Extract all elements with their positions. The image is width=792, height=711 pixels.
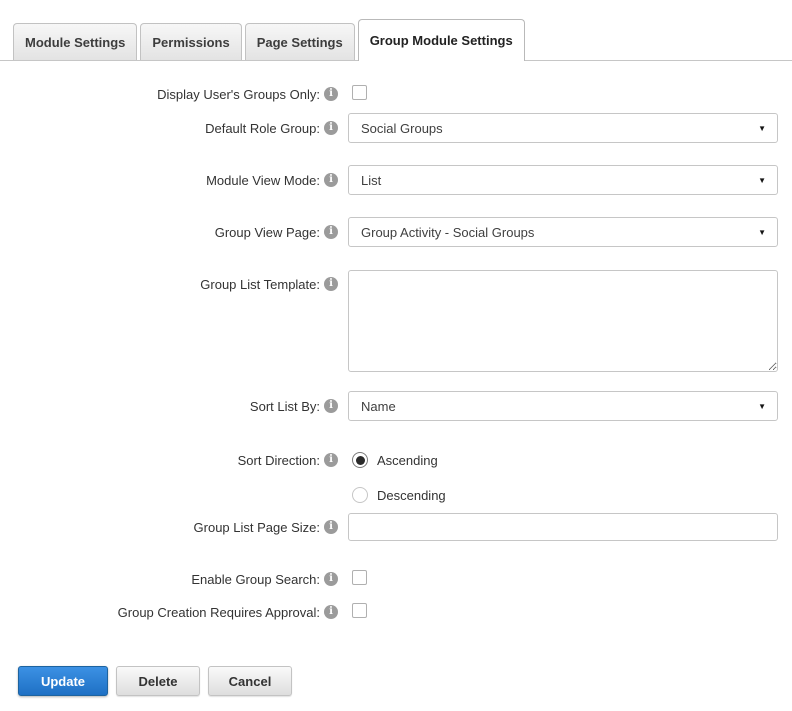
group-view-page-label: Group View Page: xyxy=(215,225,320,240)
form-row: Group List Template: i xyxy=(0,270,792,375)
module-view-mode-select[interactable]: List ▼ xyxy=(348,165,778,195)
form-row: Display User's Groups Only: i xyxy=(0,85,792,103)
group-list-template-label: Group List Template: xyxy=(200,277,320,292)
form-row: Sort Direction: i Ascending Descending xyxy=(0,452,792,503)
group-creation-requires-approval-checkbox[interactable] xyxy=(352,603,367,618)
tab-page-settings[interactable]: Page Settings xyxy=(245,23,355,60)
group-list-page-size-label: Group List Page Size: xyxy=(194,520,320,535)
info-icon[interactable]: i xyxy=(324,520,338,534)
group-creation-requires-approval-label: Group Creation Requires Approval: xyxy=(118,605,320,620)
sort-descending-radio[interactable] xyxy=(352,487,368,503)
info-icon[interactable]: i xyxy=(324,225,338,239)
enable-group-search-label: Enable Group Search: xyxy=(191,572,320,587)
sort-list-by-label: Sort List By: xyxy=(250,399,320,414)
group-module-settings-panel: Display User's Groups Only: i Default Ro… xyxy=(0,61,792,696)
display-users-groups-only-label: Display User's Groups Only: xyxy=(157,87,320,102)
group-view-page-select[interactable]: Group Activity - Social Groups ▼ xyxy=(348,217,778,247)
info-icon[interactable]: i xyxy=(324,87,338,101)
delete-button[interactable]: Delete xyxy=(116,666,200,696)
info-icon[interactable]: i xyxy=(324,572,338,586)
action-buttons: Update Delete Cancel xyxy=(18,666,792,696)
form-row: Default Role Group: i Social Groups ▼ xyxy=(0,113,792,143)
form-row: Module View Mode: i List ▼ xyxy=(0,165,792,195)
sort-descending-option[interactable]: Descending xyxy=(352,487,446,503)
sort-direction-radio-group: Ascending Descending xyxy=(352,452,446,503)
group-list-template-textarea[interactable] xyxy=(348,270,778,372)
sort-direction-label: Sort Direction: xyxy=(238,453,320,468)
sort-ascending-option[interactable]: Ascending xyxy=(352,452,446,468)
group-list-page-size-input[interactable] xyxy=(348,513,778,541)
form-row: Group List Page Size: i xyxy=(0,513,792,541)
chevron-down-icon: ▼ xyxy=(758,124,766,133)
info-icon[interactable]: i xyxy=(324,399,338,413)
info-icon[interactable]: i xyxy=(324,121,338,135)
update-button[interactable]: Update xyxy=(18,666,108,696)
default-role-group-label: Default Role Group: xyxy=(205,121,320,136)
default-role-group-select[interactable]: Social Groups ▼ xyxy=(348,113,778,143)
select-value: List xyxy=(361,173,381,188)
form-row: Enable Group Search: i xyxy=(0,570,792,588)
info-icon[interactable]: i xyxy=(324,277,338,291)
cancel-button[interactable]: Cancel xyxy=(208,666,292,696)
info-icon[interactable]: i xyxy=(324,173,338,187)
info-icon[interactable]: i xyxy=(324,453,338,467)
chevron-down-icon: ▼ xyxy=(758,402,766,411)
form-row: Group View Page: i Group Activity - Soci… xyxy=(0,217,792,247)
sort-ascending-radio[interactable] xyxy=(352,452,368,468)
module-view-mode-label: Module View Mode: xyxy=(206,173,320,188)
form-row: Group Creation Requires Approval: i xyxy=(0,603,792,621)
select-value: Name xyxy=(361,399,396,414)
tab-module-settings[interactable]: Module Settings xyxy=(13,23,137,60)
form-row: Sort List By: i Name ▼ xyxy=(0,391,792,421)
chevron-down-icon: ▼ xyxy=(758,176,766,185)
info-icon[interactable]: i xyxy=(324,605,338,619)
display-users-groups-only-checkbox[interactable] xyxy=(352,85,367,100)
select-value: Group Activity - Social Groups xyxy=(361,225,534,240)
tab-group-module-settings[interactable]: Group Module Settings xyxy=(358,19,525,61)
select-value: Social Groups xyxy=(361,121,443,136)
tab-permissions[interactable]: Permissions xyxy=(140,23,241,60)
sort-descending-label: Descending xyxy=(377,488,446,503)
sort-ascending-label: Ascending xyxy=(377,453,438,468)
chevron-down-icon: ▼ xyxy=(758,228,766,237)
enable-group-search-checkbox[interactable] xyxy=(352,570,367,585)
sort-list-by-select[interactable]: Name ▼ xyxy=(348,391,778,421)
settings-tabbar: Module Settings Permissions Page Setting… xyxy=(0,0,792,61)
